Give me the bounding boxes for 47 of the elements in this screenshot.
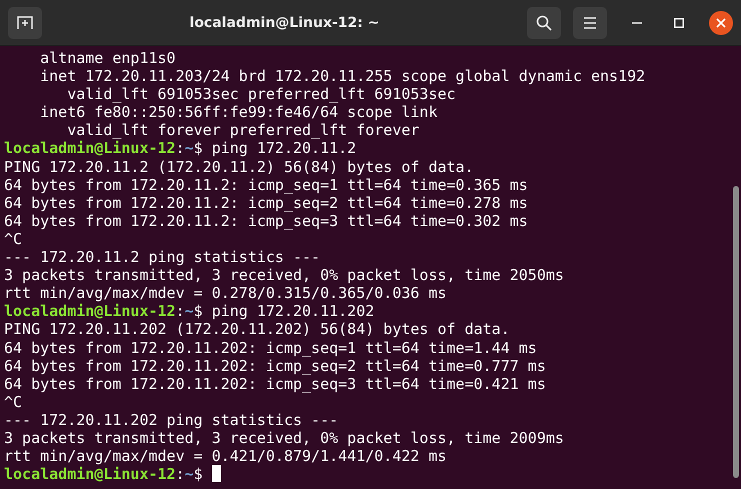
prompt-symbol: $ (194, 302, 203, 320)
window-title: localadmin@Linux-12: ~ (188, 14, 380, 30)
command-text: ping 172.20.11.202 (210, 302, 374, 320)
terminal-line: 3 packets transmitted, 3 received, 0% packet loss, time 2050ms (4, 266, 565, 284)
new-tab-button[interactable] (8, 6, 42, 38)
close-button[interactable] (709, 10, 733, 34)
prompt-symbol: $ (194, 465, 203, 484)
terminal-line: rtt min/avg/max/mdev = 0.421/0.879/1.441/0.422 ms (4, 447, 448, 466)
menu-button[interactable] (573, 6, 607, 38)
terminal-line: inet 172.20.11.203/24 brd 172.20.11.255 scope global dynamic ens192 (39, 67, 646, 86)
search-icon (536, 14, 552, 30)
terminal-line: --- 172.20.11.2 ping statistics --- (4, 248, 322, 266)
prompt-user: localadmin@Linux-12 (4, 465, 176, 484)
maximize-icon (674, 18, 684, 28)
terminal-line: 64 bytes from 172.20.11.2: icmp_seq=2 ttl=64 time=0.278 ms (4, 194, 529, 212)
minimize-icon (632, 22, 642, 24)
prompt-path: ~ (184, 139, 194, 158)
prompt-user: localadmin@Linux-12 (4, 139, 176, 158)
prompt-separator: : (176, 465, 185, 484)
terminal-line: valid_lft forever preferred_lft forever (66, 121, 420, 140)
new-tab-icon (17, 16, 33, 30)
search-button[interactable] (527, 6, 561, 38)
terminal-line: PING 172.20.11.202 (172.20.11.202) 56(84) bytes of data. (4, 320, 511, 338)
scrollbar[interactable] (733, 186, 739, 478)
prompt-user: localadmin@Linux-12 (4, 302, 176, 320)
terminal-line: 64 bytes from 172.20.11.202: icmp_seq=3 ttl=64 time=0.421 ms (4, 374, 547, 393)
terminal-line: altname enp11s0 (39, 49, 177, 68)
terminal-line: 64 bytes from 172.20.11.202: icmp_seq=2 ttl=64 time=0.777 ms (4, 356, 547, 375)
terminal-line: PING 172.20.11.2 (172.20.11.2) 56(84) bytes of data. (4, 158, 475, 176)
terminal-line: rtt min/avg/max/mdev = 0.278/0.315/0.365/0.036 ms (4, 284, 448, 302)
close-icon (716, 18, 726, 28)
prompt-separator: : (176, 302, 185, 320)
prompt-path: ~ (184, 465, 194, 484)
terminal-line: 64 bytes from 172.20.11.2: icmp_seq=1 ttl=64 time=0.365 ms (4, 176, 529, 194)
terminal-line: valid_lft 691053sec preferred_lft 691053sec (66, 85, 457, 104)
terminal-line: ^C (4, 230, 24, 248)
menu-icon (583, 16, 597, 28)
terminal-line: 3 packets transmitted, 3 received, 0% packet loss, time 2009ms (4, 428, 565, 448)
prompt-symbol: $ (194, 139, 203, 158)
prompt-separator: : (176, 139, 185, 158)
command-text: ping 172.20.11.2 (210, 139, 356, 158)
terminal-line: 64 bytes from 172.20.11.2: icmp_seq=3 ttl=64 time=0.302 ms (4, 212, 529, 230)
prompt-path: ~ (184, 302, 194, 320)
terminal-line: ^C (4, 392, 24, 411)
terminal-line: 64 bytes from 172.20.11.202: icmp_seq=1 ttl=64 time=1.44 ms (4, 338, 538, 357)
terminal-line: --- 172.20.11.202 ping statistics --- (4, 410, 340, 429)
terminal-line: inet6 fe80::250:56ff:fe99:fe46/64 scope link (39, 103, 438, 122)
